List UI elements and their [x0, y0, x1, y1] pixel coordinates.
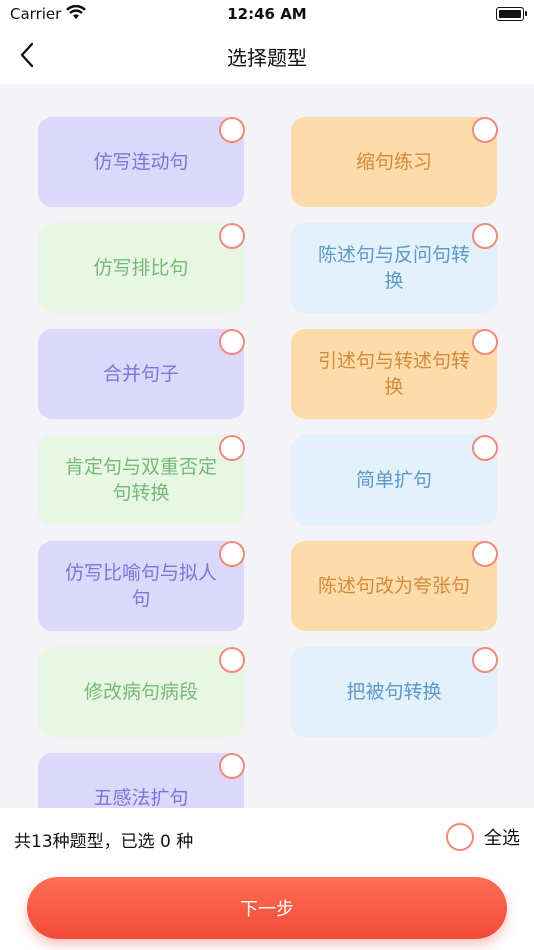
select-radio[interactable] — [219, 541, 245, 567]
type-card-label: 缩句练习 — [355, 151, 432, 173]
select-radio[interactable] — [219, 223, 245, 249]
select-all-label: 全选 — [484, 828, 520, 849]
select-radio[interactable] — [472, 647, 498, 673]
selection-count: 共13种题型，已选 0 种 — [14, 832, 194, 852]
type-card-1[interactable]: 仿写连动句 — [38, 117, 245, 207]
status-bar: Carrier 12:46 AM — [0, 0, 534, 28]
select-radio[interactable] — [219, 117, 245, 143]
type-card-label: 合并句子 — [102, 363, 179, 385]
select-all-toggle[interactable]: 全选 — [446, 822, 520, 852]
type-card-label: 仿写连动句 — [93, 151, 189, 173]
page-title: 选择题型 — [227, 46, 307, 70]
bottom-bar: 共13种题型，已选 0 种 全选 下一步 — [0, 808, 534, 950]
type-card-13[interactable]: 五感法扩句 — [38, 753, 245, 808]
type-card-label: 把被句转换 — [346, 681, 442, 703]
type-card-label: 修改病句病段 — [83, 681, 198, 703]
type-card-label: 引述句与转述句转换 — [317, 350, 470, 398]
status-time: 12:46 AM — [227, 5, 307, 23]
type-card-8[interactable]: 简单扩句 — [291, 435, 498, 525]
type-card-label: 陈述句改为夸张句 — [317, 575, 470, 597]
type-card-label: 五感法扩句 — [93, 787, 189, 808]
type-card-label: 肯定句与双重否定句转换 — [64, 456, 217, 504]
select-radio[interactable] — [219, 435, 245, 461]
select-radio[interactable] — [219, 647, 245, 673]
nav-bar: 选择题型 — [0, 28, 534, 84]
type-card-10[interactable]: 陈述句改为夸张句 — [291, 541, 498, 631]
type-card-2[interactable]: 缩句练习 — [291, 117, 498, 207]
type-card-5[interactable]: 合并句子 — [38, 329, 245, 419]
battery-icon — [496, 7, 527, 21]
type-card-label: 仿写比喻句与拟人句 — [64, 562, 217, 610]
select-all-radio[interactable] — [446, 823, 474, 851]
select-radio[interactable] — [472, 329, 498, 355]
type-card-label: 陈述句与反问句转换 — [317, 244, 470, 292]
question-type-grid[interactable]: 仿写连动句 缩句练习 仿写排比句 陈述句与反问句转换 合并句子 引述句与转述句转… — [0, 84, 534, 808]
type-card-4[interactable]: 陈述句与反问句转换 — [291, 223, 498, 313]
select-radio[interactable] — [219, 329, 245, 355]
type-card-7[interactable]: 肯定句与双重否定句转换 — [38, 435, 245, 525]
type-card-9[interactable]: 仿写比喻句与拟人句 — [38, 541, 245, 631]
select-radio[interactable] — [472, 117, 498, 143]
type-card-11[interactable]: 修改病句病段 — [38, 647, 245, 737]
type-card-3[interactable]: 仿写排比句 — [38, 223, 245, 313]
type-card-label: 仿写排比句 — [93, 257, 189, 279]
select-radio[interactable] — [472, 223, 498, 249]
type-card-label: 简单扩句 — [355, 469, 432, 491]
type-card-6[interactable]: 引述句与转述句转换 — [291, 329, 498, 419]
next-step-button[interactable]: 下一步 — [27, 877, 507, 939]
select-radio[interactable] — [219, 753, 245, 779]
select-radio[interactable] — [472, 541, 498, 567]
select-radio[interactable] — [472, 435, 498, 461]
type-card-12[interactable]: 把被句转换 — [291, 647, 498, 737]
